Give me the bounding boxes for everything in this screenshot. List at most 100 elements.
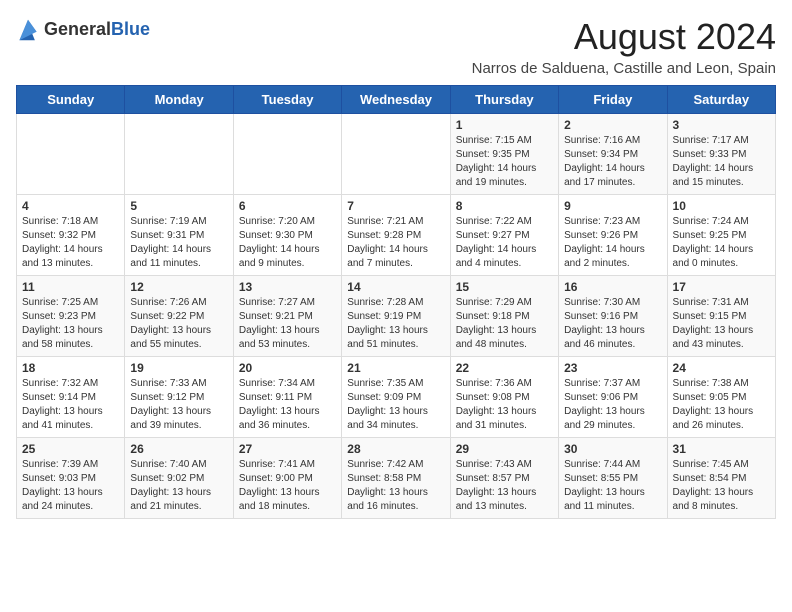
- day-info: Sunrise: 7:28 AMSunset: 9:19 PMDaylight:…: [347, 296, 444, 352]
- day-number: 21: [347, 361, 444, 375]
- day-number: 30: [564, 442, 661, 456]
- calendar-cell: [17, 114, 125, 195]
- day-info: Sunrise: 7:19 AMSunset: 9:31 PMDaylight:…: [130, 215, 227, 271]
- calendar-cell: 25Sunrise: 7:39 AMSunset: 9:03 PMDayligh…: [17, 438, 125, 519]
- calendar-cell: [125, 114, 233, 195]
- logo-general: GeneralBlue: [44, 20, 150, 40]
- calendar-cell: 21 Sunrise: 7:35 AMSunset: 9:09 PMDayligh…: [342, 357, 450, 438]
- day-number: 5: [130, 199, 227, 213]
- weekday-header-monday: Monday: [125, 86, 233, 114]
- day-number: 29: [456, 442, 553, 456]
- calendar-cell: 7Sunrise: 7:21 AMSunset: 9:28 PMDaylight…: [342, 195, 450, 276]
- day-number: 7: [347, 199, 444, 213]
- calendar-cell: 13 Sunrise: 7:27 AMSunset: 9:21 PMDayligh…: [233, 276, 341, 357]
- calendar-cell: 2 Sunrise: 7:16 AMSunset: 9:34 PMDaylight…: [559, 114, 667, 195]
- week-row-1: 1Sunrise: 7:15 AMSunset: 9:35 PMDaylight…: [17, 114, 776, 195]
- day-number: 22: [456, 361, 553, 375]
- weekday-header-thursday: Thursday: [450, 86, 558, 114]
- calendar-cell: [342, 114, 450, 195]
- day-number: 6: [239, 199, 336, 213]
- day-info: Sunrise: 7:16 AMSunset: 9:34 PMDaylight:…: [564, 134, 661, 190]
- day-number: 24: [673, 361, 770, 375]
- day-number: 14: [347, 280, 444, 294]
- day-info: Sunrise: 7:17 AMSunset: 9:33 PMDaylight:…: [673, 134, 770, 190]
- calendar-cell: 29 Sunrise: 7:43 AMSunset: 8:57 PMDayligh…: [450, 438, 558, 519]
- calendar-cell: 5 Sunrise: 7:19 AMSunset: 9:31 PMDaylight…: [125, 195, 233, 276]
- day-info: Sunrise: 7:33 AMSunset: 9:12 PMDaylight:…: [130, 377, 227, 433]
- day-info: Sunrise: 7:45 AMSunset: 8:54 PMDaylight:…: [673, 458, 770, 514]
- day-number: 20: [239, 361, 336, 375]
- day-info: Sunrise: 7:23 AMSunset: 9:26 PMDaylight:…: [564, 215, 661, 271]
- day-info: Sunrise: 7:35 AMSunset: 9:09 PMDaylight:…: [347, 377, 444, 433]
- day-number: 28: [347, 442, 444, 456]
- calendar-cell: 26Sunrise: 7:40 AMSunset: 9:02 PMDayligh…: [125, 438, 233, 519]
- day-number: 9: [564, 199, 661, 213]
- calendar-cell: 24Sunrise: 7:38 AMSunset: 9:05 PMDayligh…: [667, 357, 775, 438]
- calendar-cell: 9 Sunrise: 7:23 AMSunset: 9:26 PMDaylight…: [559, 195, 667, 276]
- day-number: 16: [564, 280, 661, 294]
- day-info: Sunrise: 7:29 AMSunset: 9:18 PMDaylight:…: [456, 296, 553, 352]
- day-number: 17: [673, 280, 770, 294]
- calendar-cell: 19 Sunrise: 7:33 AMSunset: 9:12 PMDayligh…: [125, 357, 233, 438]
- day-number: 19: [130, 361, 227, 375]
- day-info: Sunrise: 7:30 AMSunset: 9:16 PMDaylight:…: [564, 296, 661, 352]
- weekday-header-wednesday: Wednesday: [342, 86, 450, 114]
- day-number: 12: [130, 280, 227, 294]
- weekday-header-saturday: Saturday: [667, 86, 775, 114]
- weekday-header-row: SundayMondayTuesdayWednesdayThursdayFrid…: [17, 86, 776, 114]
- day-info: Sunrise: 7:26 AMSunset: 9:22 PMDaylight:…: [130, 296, 227, 352]
- calendar-cell: 27Sunrise: 7:41 AMSunset: 9:00 PMDayligh…: [233, 438, 341, 519]
- weekday-header-friday: Friday: [559, 86, 667, 114]
- weekday-header-sunday: Sunday: [17, 86, 125, 114]
- day-number: 31: [673, 442, 770, 456]
- calendar-cell: 20Sunrise: 7:34 AMSunset: 9:11 PMDayligh…: [233, 357, 341, 438]
- title-area: August 2024 Narros de Salduena, Castille…: [472, 16, 776, 77]
- calendar-cell: 15 Sunrise: 7:29 AMSunset: 9:18 PMDayligh…: [450, 276, 558, 357]
- day-info: Sunrise: 7:27 AMSunset: 9:21 PMDaylight:…: [239, 296, 336, 352]
- day-number: 2: [564, 118, 661, 132]
- week-row-3: 11Sunrise: 7:25 AMSunset: 9:23 PMDayligh…: [17, 276, 776, 357]
- day-info: Sunrise: 7:15 AMSunset: 9:35 PMDaylight:…: [456, 134, 553, 190]
- calendar-cell: 17 Sunrise: 7:31 AMSunset: 9:15 PMDayligh…: [667, 276, 775, 357]
- calendar-body: 1Sunrise: 7:15 AMSunset: 9:35 PMDaylight…: [17, 114, 776, 519]
- calendar-cell: 11Sunrise: 7:25 AMSunset: 9:23 PMDayligh…: [17, 276, 125, 357]
- calendar-cell: [233, 114, 341, 195]
- day-info: Sunrise: 7:22 AMSunset: 9:27 PMDaylight:…: [456, 215, 553, 271]
- day-info: Sunrise: 7:43 AMSunset: 8:57 PMDaylight:…: [456, 458, 553, 514]
- day-info: Sunrise: 7:42 AMSunset: 8:58 PMDaylight:…: [347, 458, 444, 514]
- day-number: 3: [673, 118, 770, 132]
- calendar-cell: 28 Sunrise: 7:42 AMSunset: 8:58 PMDayligh…: [342, 438, 450, 519]
- day-number: 4: [22, 199, 119, 213]
- day-info: Sunrise: 7:20 AMSunset: 9:30 PMDaylight:…: [239, 215, 336, 271]
- day-info: Sunrise: 7:32 AMSunset: 9:14 PMDaylight:…: [22, 377, 119, 433]
- day-info: Sunrise: 7:18 AMSunset: 9:32 PMDaylight:…: [22, 215, 119, 271]
- calendar-cell: 4 Sunrise: 7:18 AMSunset: 9:32 PMDaylight…: [17, 195, 125, 276]
- day-number: 13: [239, 280, 336, 294]
- day-number: 15: [456, 280, 553, 294]
- calendar-cell: 8Sunrise: 7:22 AMSunset: 9:27 PMDaylight…: [450, 195, 558, 276]
- calendar-cell: 18Sunrise: 7:32 AMSunset: 9:14 PMDayligh…: [17, 357, 125, 438]
- logo: GeneralBlue: [16, 16, 150, 44]
- day-info: Sunrise: 7:24 AMSunset: 9:25 PMDaylight:…: [673, 215, 770, 271]
- day-info: Sunrise: 7:41 AMSunset: 9:00 PMDaylight:…: [239, 458, 336, 514]
- day-number: 23: [564, 361, 661, 375]
- calendar-cell: 23 Sunrise: 7:37 AMSunset: 9:06 PMDayligh…: [559, 357, 667, 438]
- calendar-cell: 12 Sunrise: 7:26 AMSunset: 9:22 PMDayligh…: [125, 276, 233, 357]
- day-number: 11: [22, 280, 119, 294]
- day-number: 26: [130, 442, 227, 456]
- calendar: SundayMondayTuesdayWednesdayThursdayFrid…: [16, 85, 776, 519]
- day-info: Sunrise: 7:37 AMSunset: 9:06 PMDaylight:…: [564, 377, 661, 433]
- week-row-2: 4 Sunrise: 7:18 AMSunset: 9:32 PMDaylight…: [17, 195, 776, 276]
- calendar-cell: 22Sunrise: 7:36 AMSunset: 9:08 PMDayligh…: [450, 357, 558, 438]
- month-year: August 2024: [472, 16, 776, 58]
- calendar-cell: 6 Sunrise: 7:20 AMSunset: 9:30 PMDaylight…: [233, 195, 341, 276]
- logo-icon: [16, 16, 40, 44]
- location: Narros de Salduena, Castille and Leon, S…: [472, 60, 776, 77]
- day-number: 10: [673, 199, 770, 213]
- calendar-cell: 31 Sunrise: 7:45 AMSunset: 8:54 PMDayligh…: [667, 438, 775, 519]
- header: GeneralBlue August 2024 Narros de Saldue…: [16, 16, 776, 77]
- weekday-header-tuesday: Tuesday: [233, 86, 341, 114]
- calendar-cell: 30Sunrise: 7:44 AMSunset: 8:55 PMDayligh…: [559, 438, 667, 519]
- day-info: Sunrise: 7:31 AMSunset: 9:15 PMDaylight:…: [673, 296, 770, 352]
- day-info: Sunrise: 7:39 AMSunset: 9:03 PMDaylight:…: [22, 458, 119, 514]
